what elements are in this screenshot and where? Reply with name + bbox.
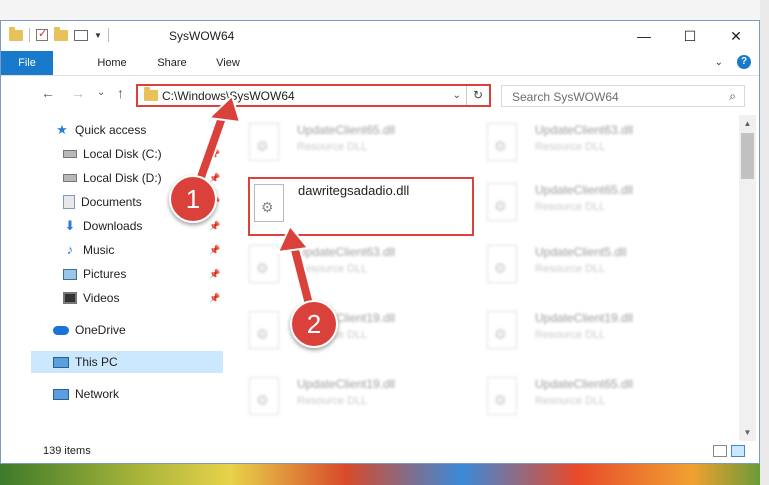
arrow-1: [194, 94, 242, 186]
step-2-badge: 2: [290, 300, 338, 348]
step-1-badge: 1: [169, 175, 217, 223]
arrow-2: [276, 224, 316, 314]
annotation-arrows: [194, 94, 316, 314]
